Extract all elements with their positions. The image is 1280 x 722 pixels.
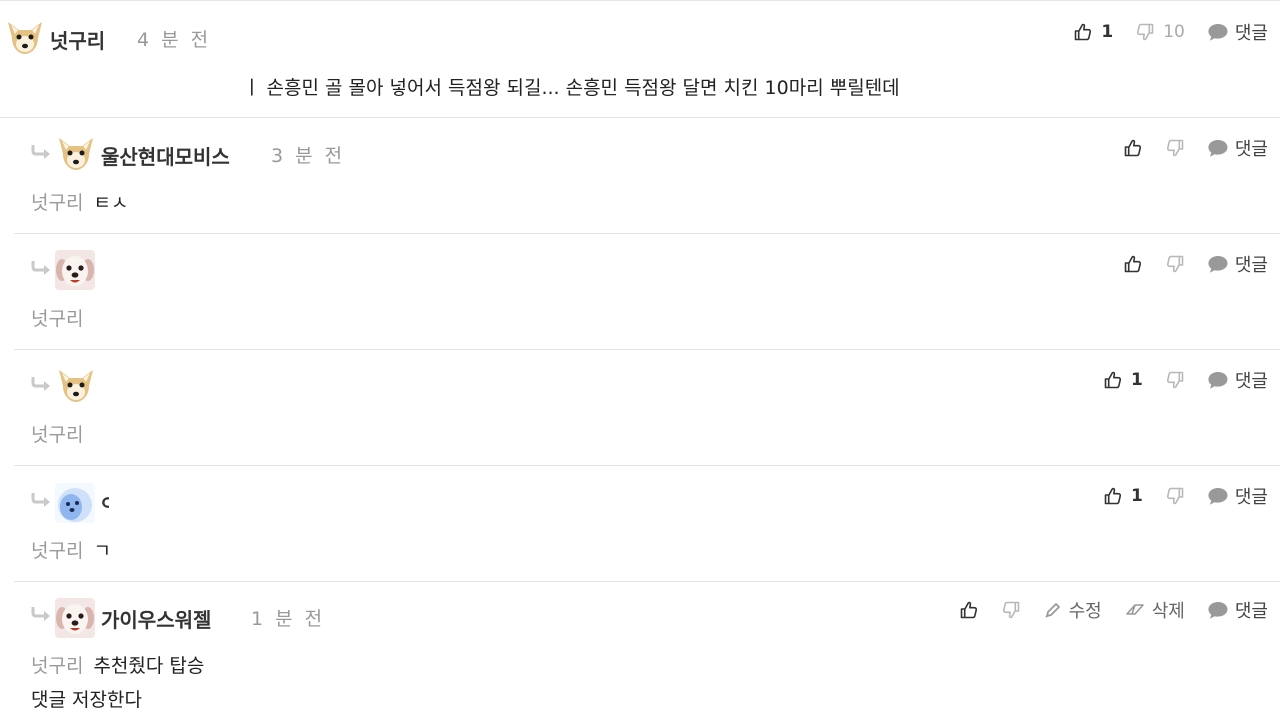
reply-button[interactable]: 댓글 [1207,135,1268,161]
speech-bubble-icon [1207,22,1229,42]
fox-avatar-icon[interactable] [56,134,96,174]
eraser-icon [1124,600,1146,620]
comment-actions: 1 댓글 [1081,366,1268,394]
reply-button[interactable]: 댓글 [1207,483,1268,509]
author-nickname[interactable]: 넛구리 [50,25,105,54]
comment-actions: 수정 삭제 댓글 [937,596,1268,624]
mention-tag[interactable]: 넛구리 [31,655,83,677]
comment-body: 넛구리 [31,304,93,331]
thumbs-up-icon [959,600,979,620]
comment-time: 4 분 전 [137,29,212,51]
dog-avatar-icon[interactable] [55,598,95,638]
dislike-button[interactable] [1165,254,1185,274]
edit-label: 수정 [1068,601,1102,622]
thumbs-up-icon [1073,22,1093,42]
comment-text: ㅌㅅ [93,192,129,214]
thumbs-down-icon [1165,138,1185,158]
speech-bubble-icon [1207,254,1229,274]
reply-label: 댓글 [1234,255,1268,276]
reply-label: 댓글 [1234,371,1268,392]
like-count: 1 [1101,22,1114,42]
thumbs-up-icon [1123,254,1143,274]
thumbs-up-icon [1103,370,1123,390]
comment-actions: 댓글 [1101,134,1268,162]
fox-avatar-icon[interactable] [56,366,96,406]
reply-label: 댓글 [1234,601,1268,622]
like-button[interactable]: 1 [1103,486,1143,506]
comment-text: 추천줬다 탑승 [93,655,205,677]
speech-bubble-icon [1207,138,1229,158]
reply-button[interactable]: 댓글 [1207,19,1268,45]
author-nickname[interactable]: 울산현대모비스 [101,141,230,170]
reply-arrow-icon [30,492,52,508]
comment-body: 넛구리 ㄱ [31,536,109,563]
dog-avatar-icon[interactable] [55,250,95,290]
comment-item: 넛구리 4 분 전 1 10 댓글 ㅣ 손흥민 골 몰아 넣어서 득점왕 되길.… [0,1,1280,118]
blue-puppy-avatar-icon[interactable] [55,483,95,523]
comment-actions: 댓글 [1101,250,1268,278]
mention-tag[interactable]: 넛구리 [31,192,83,214]
comment-time: 3 분 전 [271,145,346,167]
fox-avatar-icon[interactable] [5,18,45,58]
reply-arrow-icon [30,260,52,276]
like-button[interactable] [1123,138,1143,158]
speech-bubble-icon [1207,600,1229,620]
speech-bubble-icon [1207,486,1229,506]
reply-item: ㅇ 1 댓글 넛구리 ㄱ [14,466,1280,582]
comment-time: 1 분 전 [251,608,326,630]
reply-item: 가이우스워젤 1 분 전 수정 삭제 댓글 넛구리 추천줬다 탑승 댓글 저장한다 [14,582,1280,722]
edit-button[interactable]: 수정 [1043,597,1102,623]
speech-bubble-icon [1207,370,1229,390]
thumbs-down-icon [1001,600,1021,620]
mention-tag[interactable]: 넛구리 [31,540,83,562]
dislike-button[interactable] [1165,486,1185,506]
pencil-icon [1043,600,1063,620]
comment-body: 넛구리 [31,420,93,447]
mention-tag[interactable]: 넛구리 [31,308,83,330]
dislike-button[interactable] [1001,600,1021,620]
like-count: 1 [1131,370,1143,390]
dislike-count: 10 [1163,22,1185,42]
thumbs-up-icon [1103,486,1123,506]
comment-actions: 1 10 댓글 [1051,18,1268,46]
comment-body: 넛구리 추천줬다 탑승 [31,651,204,678]
reply-arrow-icon [30,606,52,622]
author-nickname[interactable]: ㅇ [99,487,109,516]
reply-label: 댓글 [1234,23,1268,44]
comment-text: ㅣ 손흥민 골 몰아 넣어서 득점왕 되길... 손흥민 득점왕 달면 치킨 1… [243,77,900,99]
reply-item: 울산현대모비스 3 분 전 댓글 넛구리 ㅌㅅ [14,118,1280,234]
mention-tag[interactable]: 넛구리 [31,424,83,446]
reply-arrow-icon [30,376,52,392]
delete-label: 삭제 [1151,601,1185,622]
dislike-button[interactable] [1165,138,1185,158]
author-nickname[interactable]: 가이우스워젤 [101,604,211,633]
reply-arrow-icon [30,144,52,160]
like-button[interactable]: 1 [1103,370,1143,390]
thumbs-down-icon [1165,486,1185,506]
dislike-button[interactable]: 10 [1135,22,1185,42]
thumbs-down-icon [1135,22,1155,42]
dislike-button[interactable] [1165,370,1185,390]
thumbs-up-icon [1123,138,1143,158]
like-button[interactable] [1123,254,1143,274]
reply-button[interactable]: 댓글 [1207,597,1268,623]
comment-text: ㄱ [93,540,109,562]
thumbs-down-icon [1165,254,1185,274]
comment-actions: 1 댓글 [1081,482,1268,510]
thumbs-down-icon [1165,370,1185,390]
reply-label: 댓글 [1234,139,1268,160]
comment-body: 넛구리 ㅌㅅ [31,188,128,215]
reply-label: 댓글 [1234,487,1268,508]
reply-item: 1 댓글 넛구리 [14,350,1280,466]
like-button[interactable]: 1 [1073,22,1113,42]
delete-button[interactable]: 삭제 [1124,597,1185,623]
reply-button[interactable]: 댓글 [1207,367,1268,393]
like-button[interactable] [959,600,979,620]
like-count: 1 [1131,486,1143,506]
reply-button[interactable]: 댓글 [1207,251,1268,277]
comment-text-line2: 댓글 저장한다 [31,689,142,711]
reply-item: 댓글 넛구리 [14,234,1280,350]
